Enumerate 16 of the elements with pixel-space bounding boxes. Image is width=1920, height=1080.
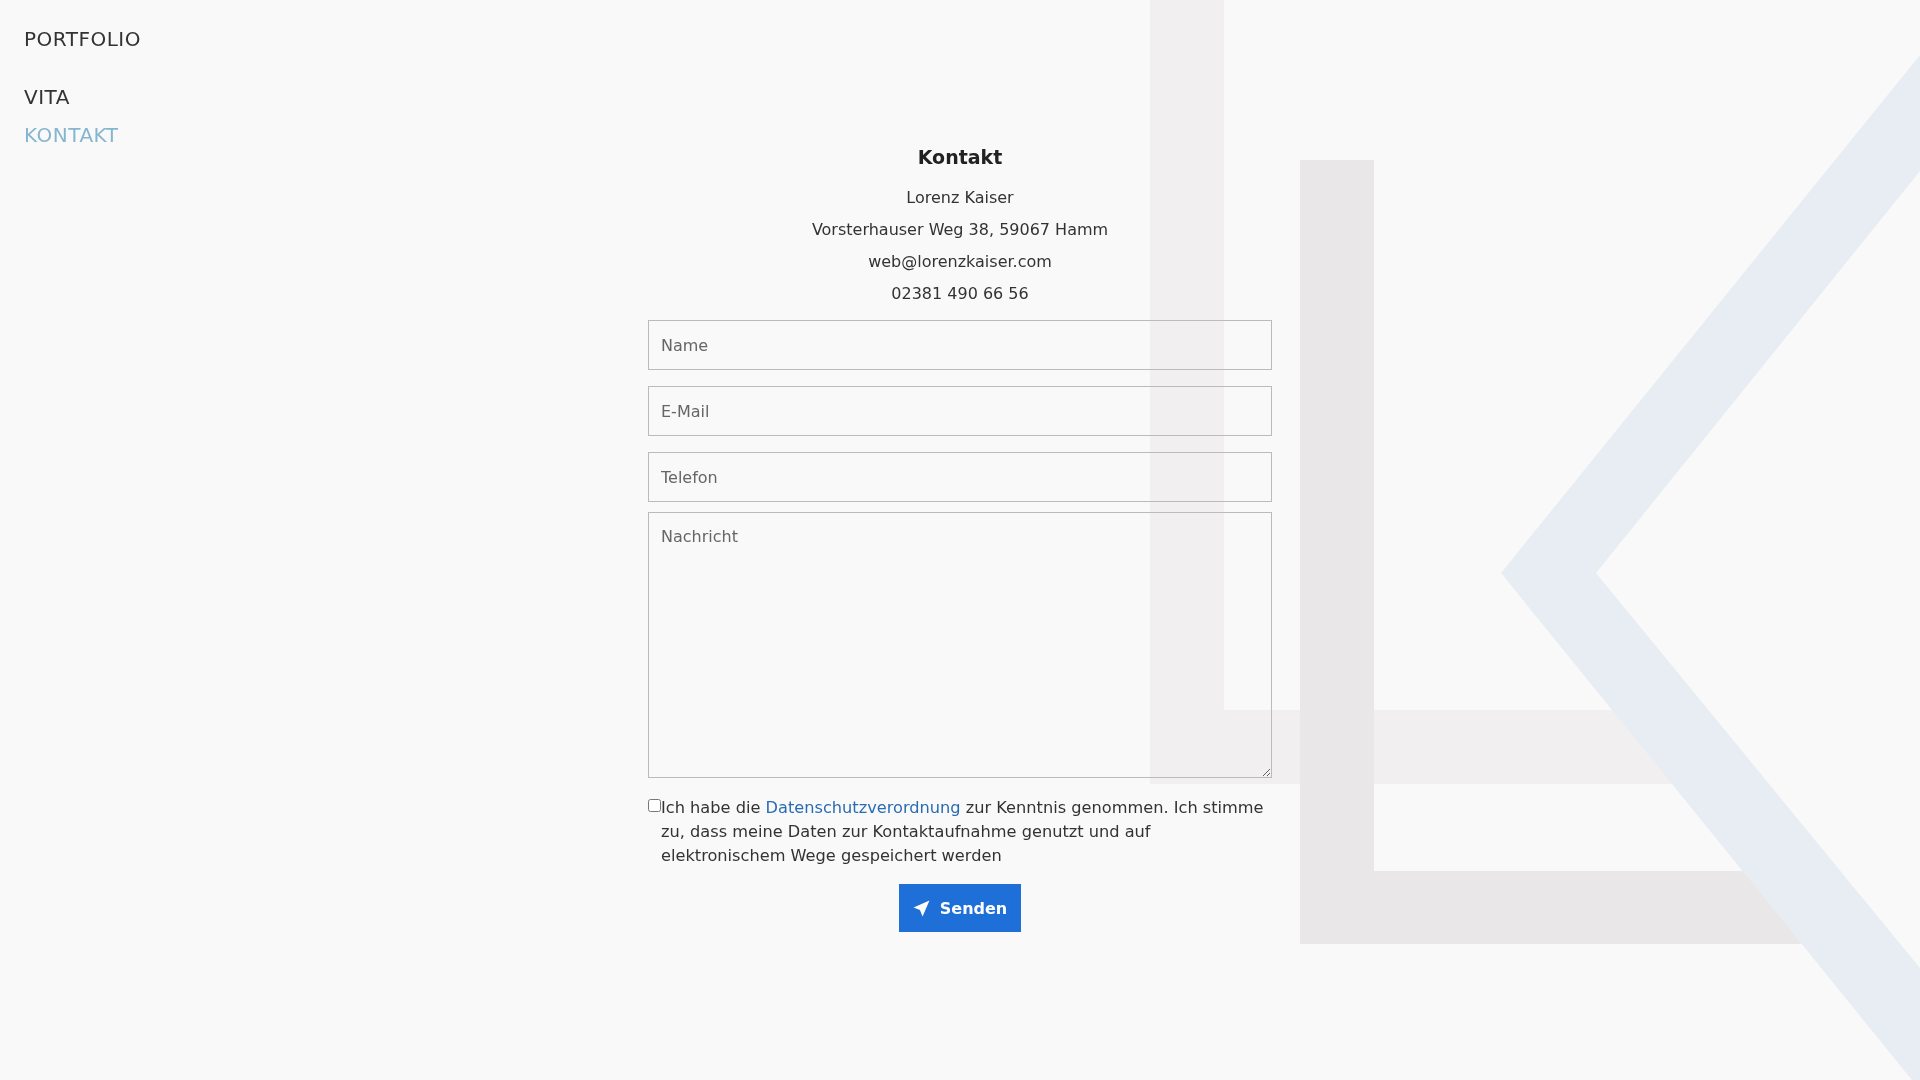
input-field[interactable]: E-Mail [648,386,1272,436]
contact-info: Vorsterhauser Weg 38, 59067 Hamm [811,219,1109,241]
send-button[interactable]: Senden [899,884,1021,932]
nav-link[interactable]: PORTFOLIO [24,27,141,51]
input-field[interactable]: Name [648,320,1272,370]
privacy-link[interactable]: Datenschutzverordnung [765,798,961,817]
contact-info: 02381 490 66 56 [891,283,1029,305]
paper-plane-icon [912,899,930,917]
contact-info: Lorenz Kaiser [906,187,1014,209]
nav-link[interactable]: VITA [24,85,70,109]
consent-checkbox[interactable] [648,799,661,812]
contact-info: web@lorenzkaiser.com [868,251,1052,273]
input-field[interactable]: Telefon [648,452,1272,502]
message-field[interactable]: Nachricht [648,512,1272,778]
page-title: Kontakt [917,146,1003,168]
consent-text: Ich habe die Datenschutzverordnung zur Kenntnis genommen. Ich stimme zu, dass meine Daten zur Kontaktaufnahme genutzt und auf elektronischem Wege gespeichert werden [661,797,1265,867]
